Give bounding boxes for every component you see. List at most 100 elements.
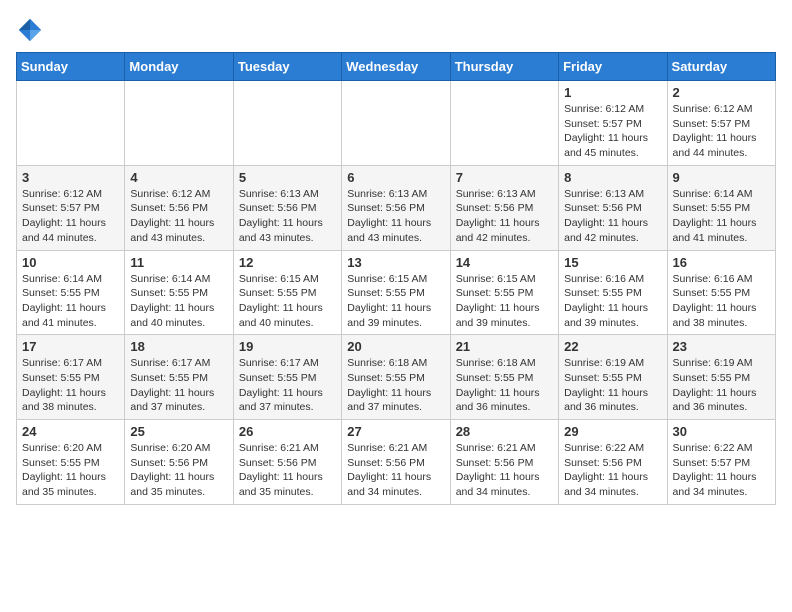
day-info: Sunrise: 6:12 AM Sunset: 5:57 PM Dayligh…	[564, 102, 661, 161]
day-info: Sunrise: 6:20 AM Sunset: 5:56 PM Dayligh…	[130, 441, 227, 500]
day-number: 17	[22, 339, 119, 354]
weekday-header-wednesday: Wednesday	[342, 53, 450, 81]
calendar-cell: 11 Sunrise: 6:14 AM Sunset: 5:55 PM Dayli…	[125, 250, 233, 335]
calendar-cell: 22 Sunrise: 6:19 AM Sunset: 5:55 PM Dayli…	[559, 335, 667, 420]
calendar-cell: 16 Sunrise: 6:16 AM Sunset: 5:55 PM Dayli…	[667, 250, 775, 335]
day-info: Sunrise: 6:12 AM Sunset: 5:57 PM Dayligh…	[673, 102, 770, 161]
day-number: 3	[22, 170, 119, 185]
calendar-cell: 4 Sunrise: 6:12 AM Sunset: 5:56 PM Daylig…	[125, 165, 233, 250]
day-number: 5	[239, 170, 336, 185]
day-info: Sunrise: 6:13 AM Sunset: 5:56 PM Dayligh…	[239, 187, 336, 246]
day-number: 21	[456, 339, 553, 354]
day-info: Sunrise: 6:14 AM Sunset: 5:55 PM Dayligh…	[130, 272, 227, 331]
day-number: 25	[130, 424, 227, 439]
calendar-cell: 14 Sunrise: 6:15 AM Sunset: 5:55 PM Dayli…	[450, 250, 558, 335]
calendar-week-row: 3 Sunrise: 6:12 AM Sunset: 5:57 PM Daylig…	[17, 165, 776, 250]
weekday-header-friday: Friday	[559, 53, 667, 81]
day-number: 27	[347, 424, 444, 439]
calendar-cell: 2 Sunrise: 6:12 AM Sunset: 5:57 PM Daylig…	[667, 81, 775, 166]
day-info: Sunrise: 6:21 AM Sunset: 5:56 PM Dayligh…	[456, 441, 553, 500]
calendar-cell	[125, 81, 233, 166]
calendar-cell: 6 Sunrise: 6:13 AM Sunset: 5:56 PM Daylig…	[342, 165, 450, 250]
day-number: 12	[239, 255, 336, 270]
day-number: 13	[347, 255, 444, 270]
day-info: Sunrise: 6:20 AM Sunset: 5:55 PM Dayligh…	[22, 441, 119, 500]
calendar-cell: 12 Sunrise: 6:15 AM Sunset: 5:55 PM Dayli…	[233, 250, 341, 335]
day-info: Sunrise: 6:19 AM Sunset: 5:55 PM Dayligh…	[564, 356, 661, 415]
day-info: Sunrise: 6:21 AM Sunset: 5:56 PM Dayligh…	[347, 441, 444, 500]
calendar-cell: 8 Sunrise: 6:13 AM Sunset: 5:56 PM Daylig…	[559, 165, 667, 250]
page-header	[16, 16, 776, 44]
day-info: Sunrise: 6:16 AM Sunset: 5:55 PM Dayligh…	[673, 272, 770, 331]
logo-icon	[16, 16, 44, 44]
day-number: 11	[130, 255, 227, 270]
day-info: Sunrise: 6:17 AM Sunset: 5:55 PM Dayligh…	[130, 356, 227, 415]
day-info: Sunrise: 6:12 AM Sunset: 5:57 PM Dayligh…	[22, 187, 119, 246]
calendar-cell: 20Sunrise: 6:18 AM Sunset: 5:55 PM Dayli…	[342, 335, 450, 420]
day-number: 4	[130, 170, 227, 185]
calendar-cell	[342, 81, 450, 166]
day-number: 19	[239, 339, 336, 354]
day-number: 29	[564, 424, 661, 439]
calendar-cell: 17 Sunrise: 6:17 AM Sunset: 5:55 PM Dayli…	[17, 335, 125, 420]
weekday-header-monday: Monday	[125, 53, 233, 81]
calendar-cell: 9 Sunrise: 6:14 AM Sunset: 5:55 PM Daylig…	[667, 165, 775, 250]
day-number: 15	[564, 255, 661, 270]
day-number: 20	[347, 339, 444, 354]
weekday-header-thursday: Thursday	[450, 53, 558, 81]
calendar-cell: 24 Sunrise: 6:20 AM Sunset: 5:55 PM Dayli…	[17, 420, 125, 505]
day-number: 26	[239, 424, 336, 439]
calendar-week-row: 1Sunrise: 6:12 AM Sunset: 5:57 PM Daylig…	[17, 81, 776, 166]
day-info: Sunrise: 6:13 AM Sunset: 5:56 PM Dayligh…	[347, 187, 444, 246]
calendar-cell: 29 Sunrise: 6:22 AM Sunset: 5:56 PM Dayli…	[559, 420, 667, 505]
day-number: 8	[564, 170, 661, 185]
day-info: Sunrise: 6:21 AM Sunset: 5:56 PM Dayligh…	[239, 441, 336, 500]
day-number: 2	[673, 85, 770, 100]
calendar-cell: 26 Sunrise: 6:21 AM Sunset: 5:56 PM Dayli…	[233, 420, 341, 505]
day-info: Sunrise: 6:15 AM Sunset: 5:55 PM Dayligh…	[239, 272, 336, 331]
calendar-week-row: 24 Sunrise: 6:20 AM Sunset: 5:55 PM Dayli…	[17, 420, 776, 505]
weekday-header-saturday: Saturday	[667, 53, 775, 81]
day-info: Sunrise: 6:22 AM Sunset: 5:57 PM Dayligh…	[673, 441, 770, 500]
calendar-table: SundayMondayTuesdayWednesdayThursdayFrid…	[16, 52, 776, 505]
day-info: Sunrise: 6:22 AM Sunset: 5:56 PM Dayligh…	[564, 441, 661, 500]
day-info: Sunrise: 6:19 AM Sunset: 5:55 PM Dayligh…	[673, 356, 770, 415]
day-number: 6	[347, 170, 444, 185]
calendar-cell: 7 Sunrise: 6:13 AM Sunset: 5:56 PM Daylig…	[450, 165, 558, 250]
weekday-header-tuesday: Tuesday	[233, 53, 341, 81]
day-number: 18	[130, 339, 227, 354]
day-number: 30	[673, 424, 770, 439]
day-number: 7	[456, 170, 553, 185]
calendar-cell: 3 Sunrise: 6:12 AM Sunset: 5:57 PM Daylig…	[17, 165, 125, 250]
calendar-cell: 10 Sunrise: 6:14 AM Sunset: 5:55 PM Dayli…	[17, 250, 125, 335]
calendar-cell: 18 Sunrise: 6:17 AM Sunset: 5:55 PM Dayli…	[125, 335, 233, 420]
day-info: Sunrise: 6:14 AM Sunset: 5:55 PM Dayligh…	[673, 187, 770, 246]
day-number: 9	[673, 170, 770, 185]
weekday-header-row: SundayMondayTuesdayWednesdayThursdayFrid…	[17, 53, 776, 81]
day-number: 24	[22, 424, 119, 439]
day-info: Sunrise: 6:13 AM Sunset: 5:56 PM Dayligh…	[564, 187, 661, 246]
calendar-cell: 15 Sunrise: 6:16 AM Sunset: 5:55 PM Dayli…	[559, 250, 667, 335]
calendar-week-row: 10 Sunrise: 6:14 AM Sunset: 5:55 PM Dayli…	[17, 250, 776, 335]
day-info: Sunrise: 6:13 AM Sunset: 5:56 PM Dayligh…	[456, 187, 553, 246]
calendar-cell: 28 Sunrise: 6:21 AM Sunset: 5:56 PM Dayli…	[450, 420, 558, 505]
calendar-cell	[450, 81, 558, 166]
calendar-cell: 25 Sunrise: 6:20 AM Sunset: 5:56 PM Dayli…	[125, 420, 233, 505]
day-info: Sunrise: 6:15 AM Sunset: 5:55 PM Dayligh…	[347, 272, 444, 331]
calendar-cell: 13 Sunrise: 6:15 AM Sunset: 5:55 PM Dayli…	[342, 250, 450, 335]
day-number: 14	[456, 255, 553, 270]
day-info: Sunrise: 6:16 AM Sunset: 5:55 PM Dayligh…	[564, 272, 661, 331]
day-number: 16	[673, 255, 770, 270]
day-info: Sunrise: 6:12 AM Sunset: 5:56 PM Dayligh…	[130, 187, 227, 246]
day-info: Sunrise: 6:14 AM Sunset: 5:55 PM Dayligh…	[22, 272, 119, 331]
weekday-header-sunday: Sunday	[17, 53, 125, 81]
day-number: 10	[22, 255, 119, 270]
calendar-cell: 27 Sunrise: 6:21 AM Sunset: 5:56 PM Dayli…	[342, 420, 450, 505]
day-number: 22	[564, 339, 661, 354]
day-info: Sunrise: 6:17 AM Sunset: 5:55 PM Dayligh…	[239, 356, 336, 415]
day-info: Sunrise: 6:15 AM Sunset: 5:55 PM Dayligh…	[456, 272, 553, 331]
calendar-cell	[233, 81, 341, 166]
calendar-week-row: 17 Sunrise: 6:17 AM Sunset: 5:55 PM Dayli…	[17, 335, 776, 420]
day-info: Sunrise: 6:17 AM Sunset: 5:55 PM Dayligh…	[22, 356, 119, 415]
day-number: 28	[456, 424, 553, 439]
